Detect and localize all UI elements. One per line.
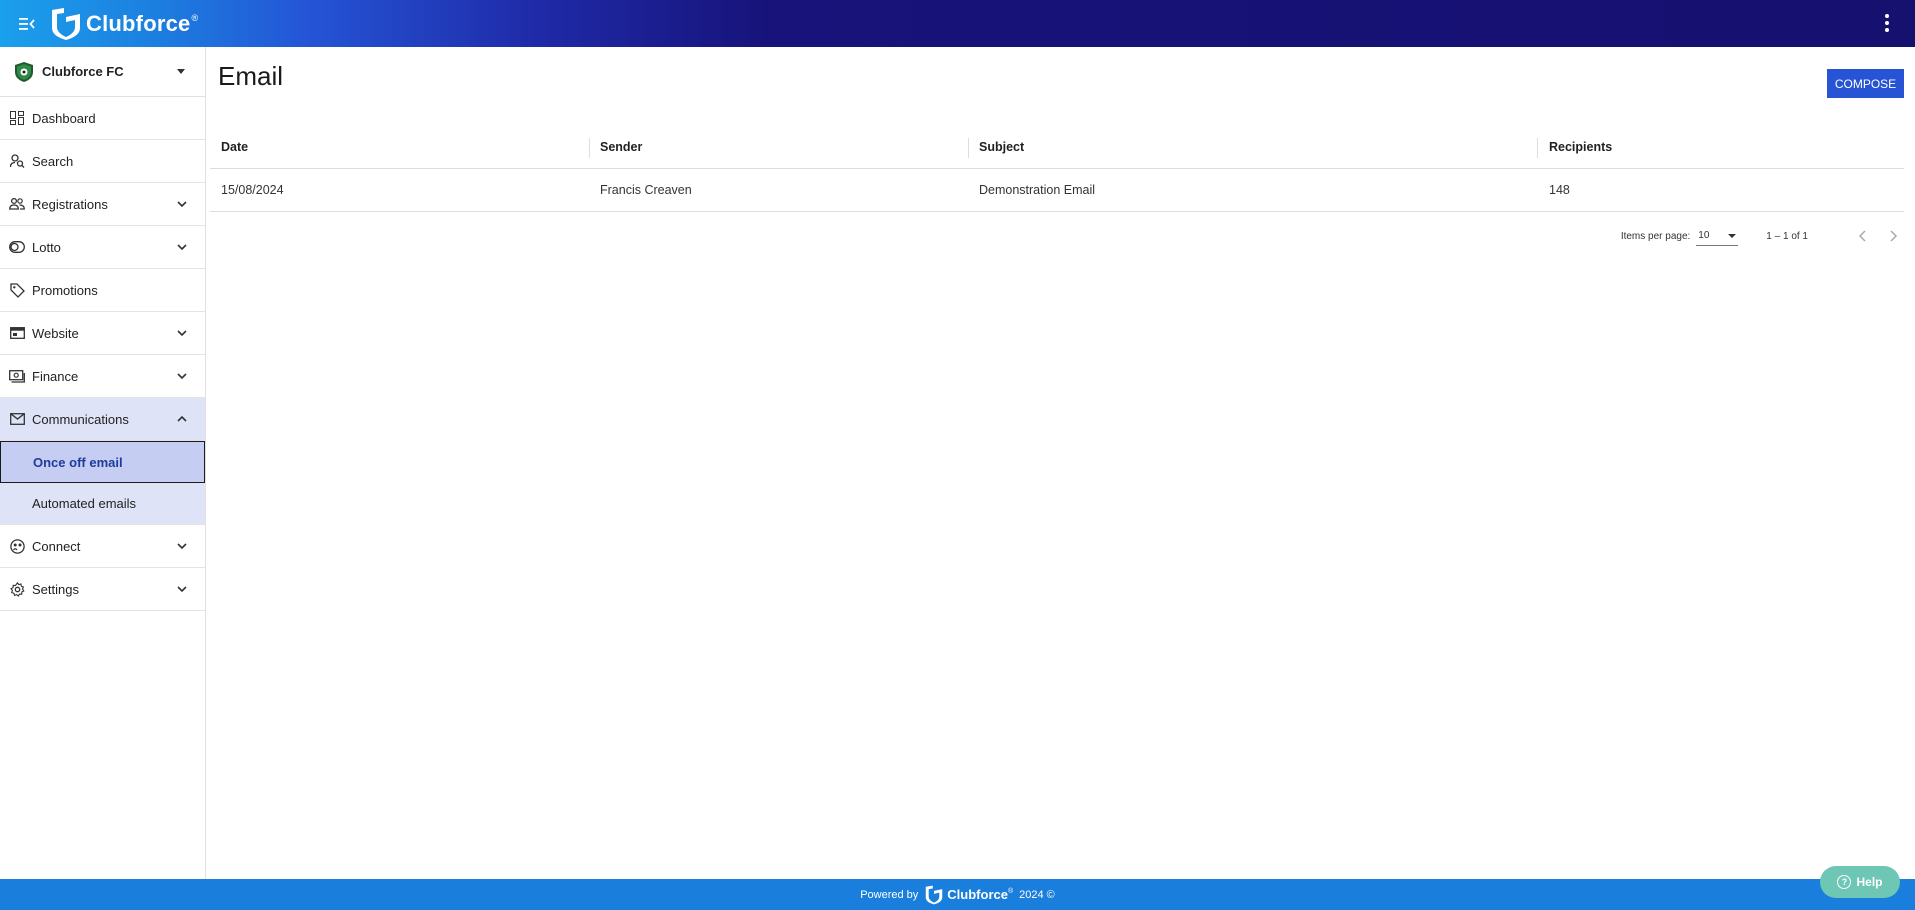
sidebar-subitem-label: Once off email <box>33 454 123 470</box>
menu-toggle-icon[interactable] <box>14 11 40 37</box>
connect-icon <box>9 538 25 554</box>
page-title: Email <box>218 61 284 91</box>
email-table: Date Sender Subject Recipients 15/08/202… <box>210 126 1904 212</box>
sidebar-subitem-once-off-email[interactable]: Once off email <box>0 441 205 483</box>
footer: Powered by Clubforce® 2024 © <box>0 879 1915 910</box>
column-header-date[interactable]: Date <box>210 140 589 154</box>
table-row[interactable]: 15/08/2024 Francis Creaven Demonstration… <box>210 169 1904 212</box>
top-app-bar: Clubforce® <box>0 0 1915 47</box>
caret-down-icon <box>1728 233 1737 238</box>
help-icon: ? <box>1837 875 1852 889</box>
sidebar-item-label: Communications <box>32 411 129 427</box>
club-name: Clubforce FC <box>42 64 124 79</box>
main-content: Email COMPOSE Date Sender Subject Recipi… <box>207 47 1915 879</box>
search-person-icon <box>9 153 25 169</box>
sidebar-item-settings[interactable]: Settings <box>0 568 205 611</box>
column-header-sender[interactable]: Sender <box>589 140 968 154</box>
footer-year: 2024 © <box>1019 888 1055 901</box>
club-selector[interactable]: Clubforce FC <box>0 47 205 97</box>
help-button[interactable]: ? Help <box>1820 866 1900 898</box>
compose-button[interactable]: COMPOSE <box>1827 69 1904 98</box>
cell-date: 15/08/2024 <box>221 183 284 197</box>
website-icon <box>9 325 25 341</box>
finance-icon <box>9 368 25 384</box>
sidebar-item-communications[interactable]: Communications <box>0 398 205 441</box>
mail-icon <box>9 411 25 427</box>
club-crest-icon <box>15 61 33 82</box>
page-range-label: 1 – 1 of 1 <box>1766 230 1808 242</box>
items-per-page-label: Items per page: <box>1620 230 1691 242</box>
items-per-page-value: 10 <box>1698 230 1710 241</box>
column-header-recipients[interactable]: Recipients <box>1537 140 1904 154</box>
table-header: Date Sender Subject Recipients <box>210 126 1904 169</box>
cell-subject: Demonstration Email <box>979 183 1096 197</box>
chevron-down-icon <box>177 201 187 208</box>
paginator: Items per page: 10 1 – 1 of 1 <box>1621 223 1904 249</box>
help-label: Help <box>1856 875 1883 889</box>
sidebar-item-finance[interactable]: Finance <box>0 355 205 398</box>
brand-mark: ® <box>191 12 199 23</box>
chevron-down-icon <box>177 244 187 251</box>
cell-recipients: 148 <box>1549 183 1570 197</box>
more-options-icon[interactable] <box>1881 12 1893 34</box>
caret-down-icon <box>177 69 185 74</box>
sidebar-item-website[interactable]: Website <box>0 312 205 355</box>
sidebar-item-connect[interactable]: Connect <box>0 525 205 568</box>
sidebar-item-label: Lotto <box>32 239 61 255</box>
sidebar-item-label: Settings <box>32 581 79 597</box>
sidebar-subitem-automated-emails[interactable]: Automated emails <box>0 483 205 525</box>
footer-brand: Clubforce <box>947 887 1008 902</box>
chevron-left-icon <box>1858 230 1866 242</box>
sidebar-item-label: Website <box>32 325 79 341</box>
brand-name: Clubforce <box>86 10 191 36</box>
chevron-down-icon <box>177 330 187 337</box>
sidebar-item-registrations[interactable]: Registrations <box>0 183 205 226</box>
chevron-down-icon <box>177 373 187 380</box>
sidebar-item-label: Search <box>32 153 74 169</box>
clubforce-logo[interactable]: Clubforce® <box>50 7 198 41</box>
sidebar-item-lotto[interactable]: Lotto <box>0 226 205 269</box>
sidebar-item-label: Promotions <box>32 282 98 298</box>
items-per-page-select[interactable]: 10 <box>1696 226 1739 246</box>
people-icon <box>9 196 25 212</box>
chevron-up-icon <box>177 415 187 422</box>
column-divider <box>968 138 969 158</box>
column-divider <box>589 138 590 158</box>
sidebar-item-label: Connect <box>32 538 81 554</box>
sidebar-item-promotions[interactable]: Promotions <box>0 269 205 312</box>
sidebar-subitem-label: Automated emails <box>32 496 137 511</box>
powered-by-label: Powered by <box>860 888 919 901</box>
sidebar-item-label: Finance <box>32 368 79 384</box>
column-divider <box>1537 138 1538 158</box>
sidebar-item-search[interactable]: Search <box>0 140 205 183</box>
sidebar-item-label: Registrations <box>32 196 108 212</box>
sidebar-item-label: Dashboard <box>32 110 96 126</box>
previous-page-button[interactable] <box>1852 225 1874 247</box>
clubforce-shield-icon <box>52 7 80 40</box>
chevron-right-icon <box>1890 230 1898 242</box>
sidebar-item-dashboard[interactable]: Dashboard <box>0 97 205 140</box>
dashboard-icon <box>9 110 25 126</box>
clubforce-shield-icon <box>926 885 943 904</box>
gear-icon <box>9 581 25 597</box>
cell-sender: Francis Creaven <box>600 183 692 197</box>
column-header-subject[interactable]: Subject <box>968 140 1537 154</box>
footer-brand-mark: ® <box>1007 888 1014 895</box>
tag-icon <box>9 282 25 298</box>
sidebar: Clubforce FC Dashboard Search Registrati… <box>0 47 206 879</box>
chevron-down-icon <box>177 586 187 593</box>
next-page-button[interactable] <box>1882 225 1904 247</box>
chevron-down-icon <box>177 543 187 550</box>
lotto-icon <box>9 239 25 255</box>
